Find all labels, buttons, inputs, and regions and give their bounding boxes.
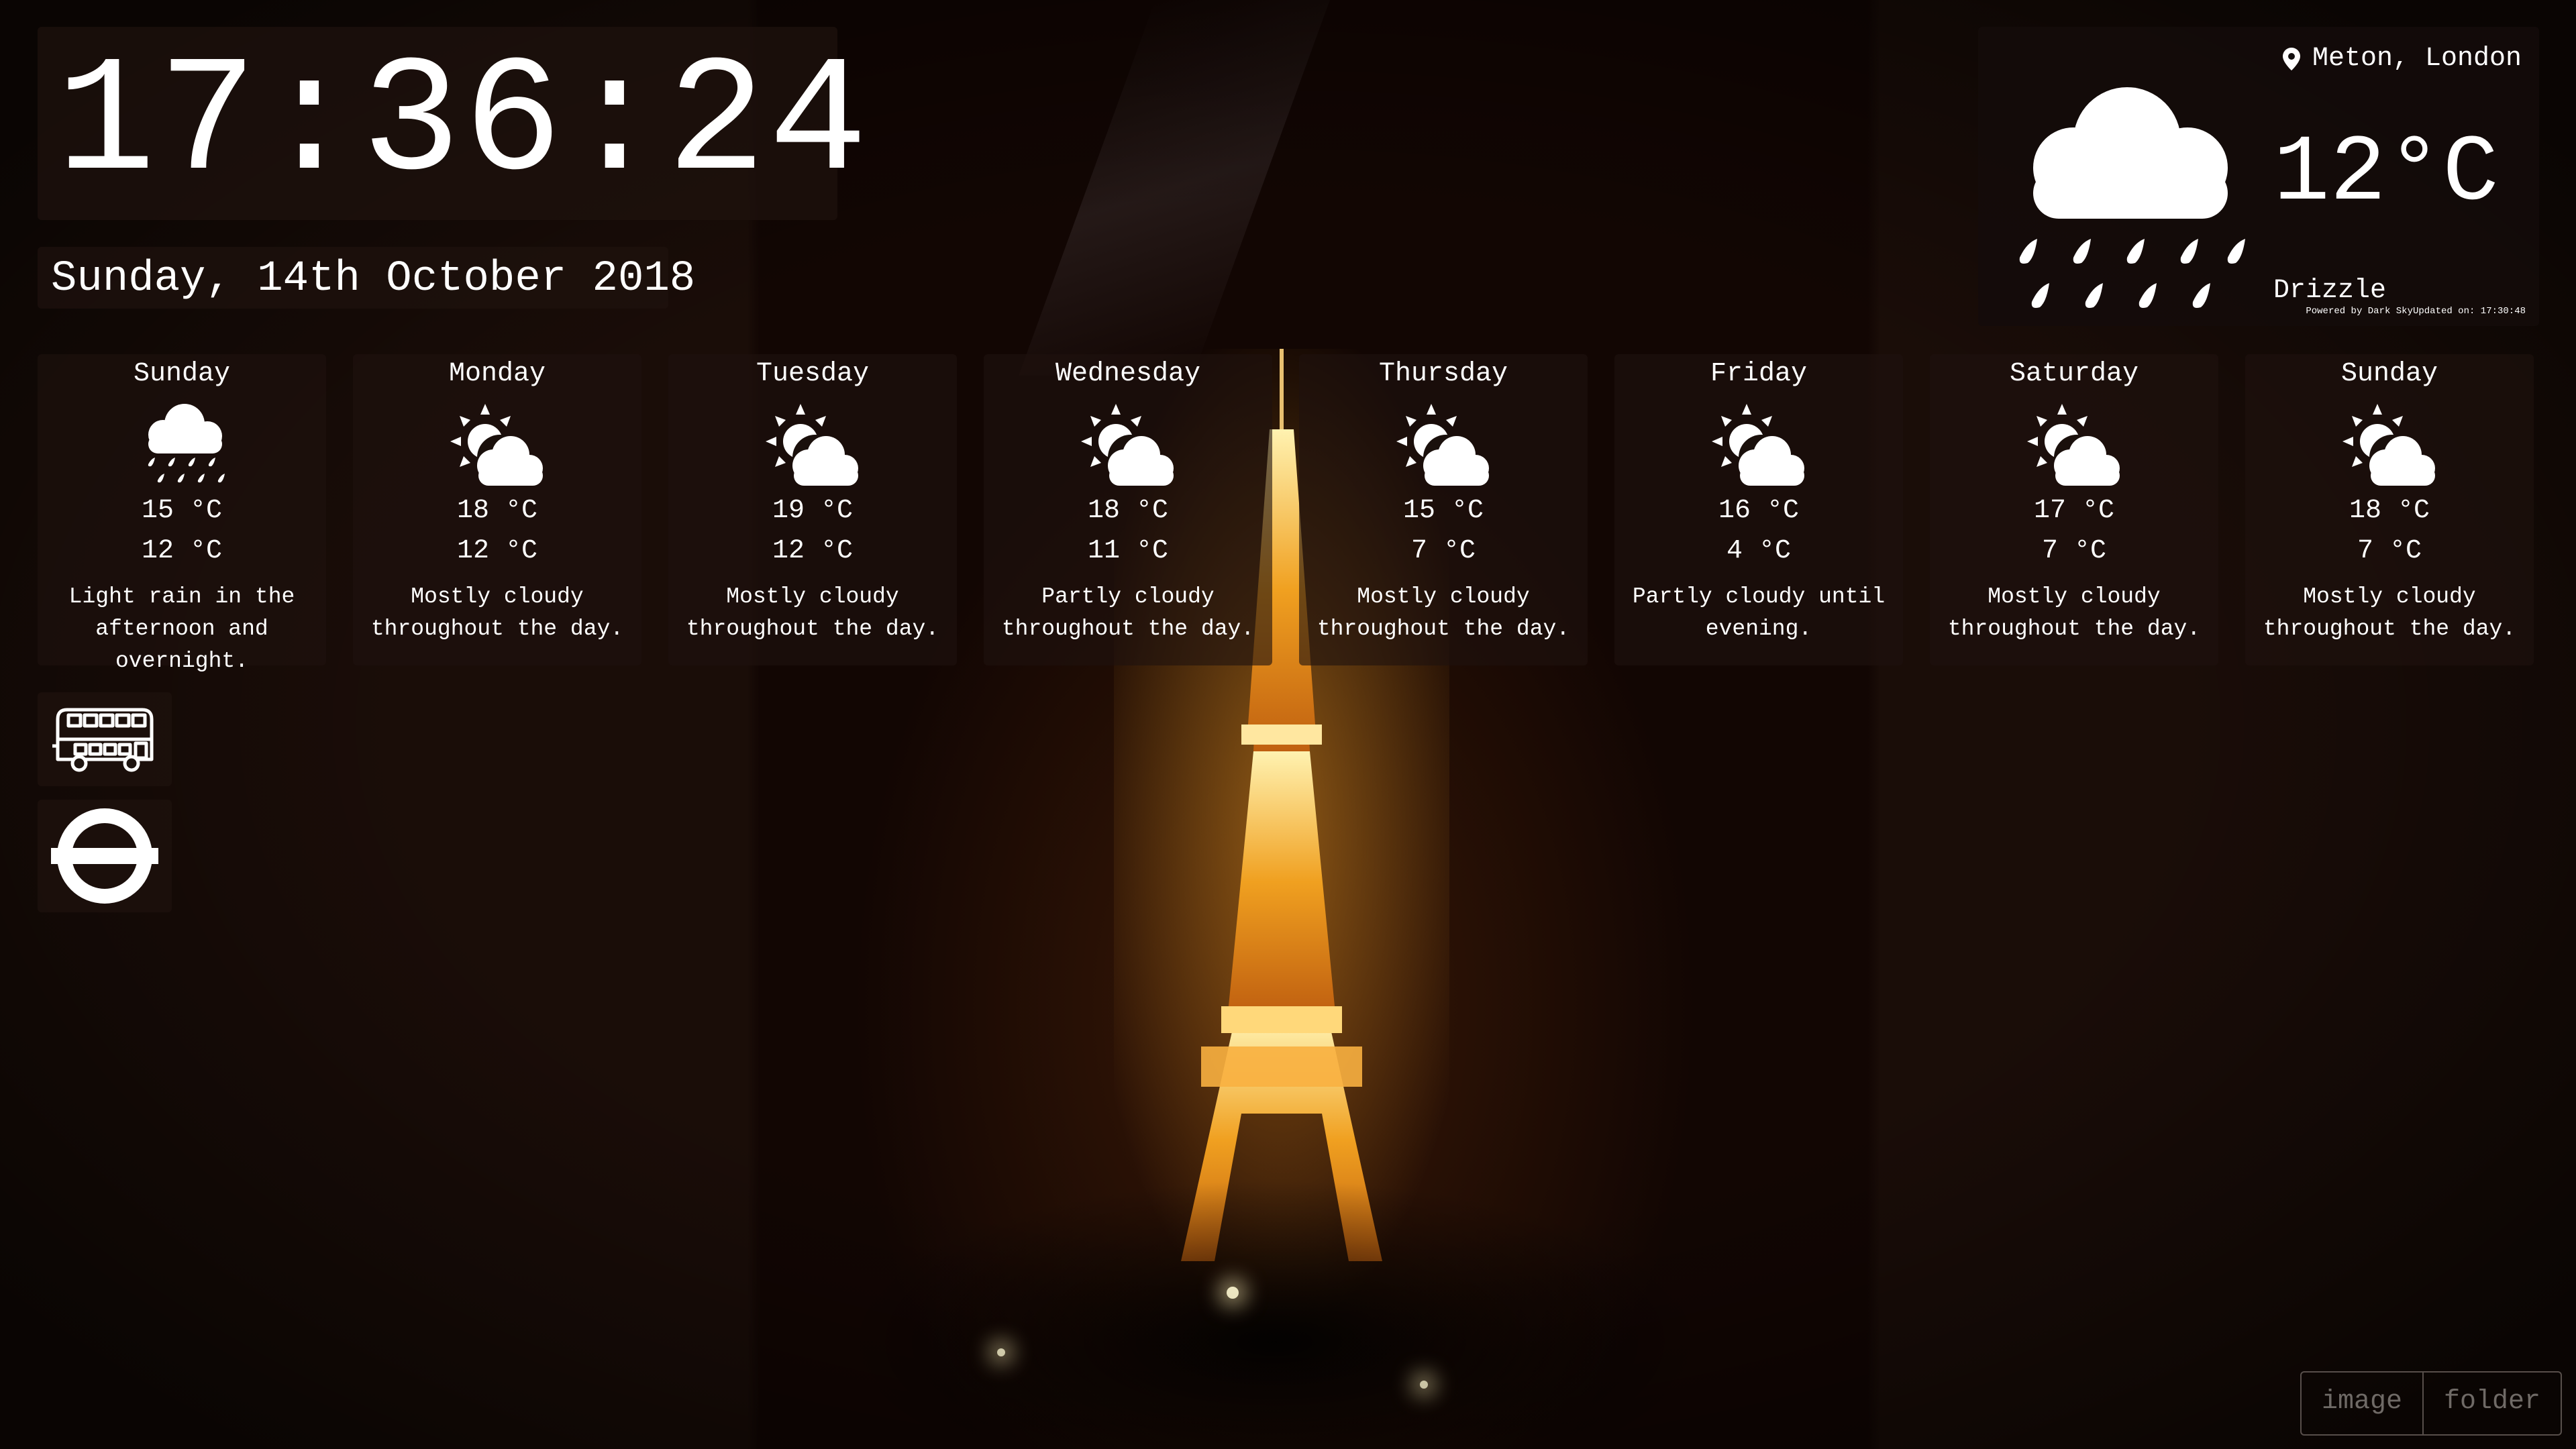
partly-cloudy-icon [1705,400,1812,494]
forecast-day-card: Monday 18 °C 12 °C Mostly cloudy throughou… [353,354,641,665]
forecast-high-temp: 18 °C [1087,496,1169,526]
forecast-day-card: Wednesday 18 °C 11 °C Partly cloudy throug… [984,354,1272,665]
forecast-low-temp: 7 °C [2357,536,2422,566]
location-pin-icon [2282,48,2300,70]
forecast-summary: Mostly cloudy throughout the day. [1317,584,1570,641]
forecast-day-name: Saturday [2009,359,2139,389]
forecast-day-card: Saturday 17 °C 7 °C Mostly cloudy througho… [1930,354,2218,665]
partly-cloudy-icon [2336,400,2443,494]
update-footer: Powered by Dark SkyUpdated on: 17:30:48 [2306,306,2526,317]
forecast-day-card: Tuesday 19 °C 12 °C Mostly cloudy througho… [668,354,957,665]
forecast-day-name: Sunday [2340,359,2438,389]
forecast-day-name: Monday [448,359,546,389]
partly-cloudy-icon [759,400,866,494]
current-temperature: 12°C [2273,121,2500,227]
forecast-high-temp: 16 °C [1718,496,1800,526]
forecast-high-temp: 15 °C [141,496,223,526]
forecast-day-card: Sunday 15 °C 12 °C Light rain in the after… [38,354,326,674]
forecast-high-temp: 18 °C [2349,496,2430,526]
forecast-summary: Mostly cloudy throughout the day. [686,584,939,641]
bus-button[interactable] [38,692,172,786]
date-text: Sunday, 14th October 2018 [51,255,696,303]
rain-cloud-icon [2019,87,2245,308]
folder-option[interactable]: folder [2422,1373,2561,1434]
forecast-day-card: Friday 16 °C 4 °C Partly cloudy until even… [1614,354,1903,665]
partly-cloudy-icon [1390,400,1497,494]
current-weather-widget: Meton, London 12°C Drizzle Powered by Da… [1978,27,2539,326]
forecast-low-temp: 4 °C [1726,536,1791,566]
forecast-summary: Mostly cloudy throughout the day. [370,584,624,641]
background-source-toggle: image folder [2300,1371,2563,1436]
forecast-high-temp: 18 °C [456,496,538,526]
forecast-low-temp: 7 °C [2041,536,2106,566]
forecast-day-card: Thursday 15 °C 7 °C Mostly cloudy througho… [1299,354,1588,665]
bus-icon [52,708,154,772]
forecast-high-temp: 19 °C [772,496,854,526]
location-name: Meton, London [2312,44,2522,74]
date-widget: Sunday, 14th October 2018 [38,247,695,309]
partly-cloudy-icon [2020,400,2128,494]
forecast-day-card: Sunday 18 °C 7 °C Mostly cloudy throughout… [2245,354,2534,665]
forecast-low-temp: 11 °C [1087,536,1169,566]
forecast-day-name: Friday [1710,359,1808,389]
rain-icon [128,400,236,494]
forecast-summary: Mostly cloudy throughout the day. [1947,584,2201,641]
image-option[interactable]: image [2302,1373,2422,1434]
partly-cloudy-icon [1074,400,1182,494]
forecast-low-temp: 12 °C [141,536,223,566]
forecast-low-temp: 7 °C [1410,536,1476,566]
clock-widget: 17:36:24 [38,27,868,220]
underground-button[interactable] [38,800,172,912]
forecast-low-temp: 12 °C [772,536,854,566]
forecast-summary: Light rain in the afternoon and overnigh… [68,584,295,674]
forecast-high-temp: 15 °C [1402,496,1484,526]
forecast-day-name: Thursday [1378,359,1508,389]
location: Meton, London [2282,44,2522,74]
forecast-summary: Partly cloudy throughout the day. [1001,584,1255,641]
forecast-day-name: Sunday [133,359,231,389]
partly-cloudy-icon [444,400,551,494]
forecast-day-name: Tuesday [756,359,870,389]
forecast-high-temp: 17 °C [2033,496,2115,526]
underground-roundel-icon [51,808,158,904]
forecast-day-name: Wednesday [1055,359,1201,389]
forecast-low-temp: 12 °C [456,536,538,566]
current-summary: Drizzle [2273,276,2387,306]
forecast-summary: Mostly cloudy throughout the day. [2263,584,2516,641]
forecast-summary: Partly cloudy until evening. [1632,584,1886,641]
clock-time: 17:36:24 [56,30,870,217]
